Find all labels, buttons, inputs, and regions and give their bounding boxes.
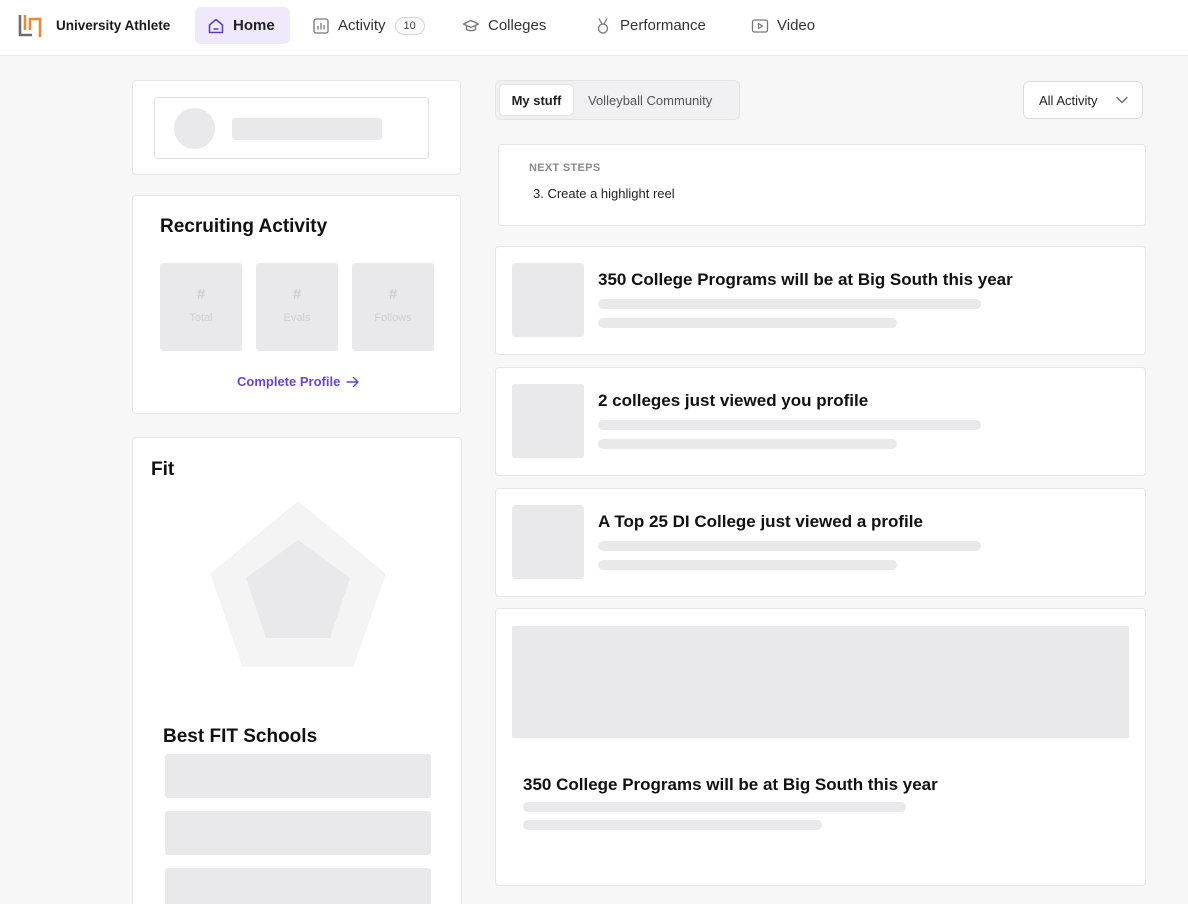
featured-item-title: 350 College Programs will be at Big Sout… bbox=[523, 775, 938, 794]
stat-evals: # Evals bbox=[256, 263, 338, 351]
feed-item[interactable]: 2 colleges just viewed you profile bbox=[495, 367, 1146, 476]
brand-name: University Athlete bbox=[56, 18, 171, 33]
feed-item-text-placeholder bbox=[598, 299, 981, 309]
feed-item-title: A Top 25 DI College just viewed a profil… bbox=[598, 512, 923, 531]
fit-school-placeholder bbox=[165, 811, 431, 855]
home-icon bbox=[207, 17, 225, 35]
complete-profile-label: Complete Profile bbox=[237, 374, 341, 389]
recruiting-activity-card: Recruiting Activity # Total # Evals # Fo… bbox=[132, 195, 461, 414]
recruiting-activity-title: Recruiting Activity bbox=[160, 216, 328, 237]
nav-performance[interactable]: Performance bbox=[594, 7, 706, 44]
feed-item-text-placeholder bbox=[598, 560, 897, 570]
fit-school-placeholder bbox=[165, 868, 431, 904]
complete-profile-link[interactable]: Complete Profile bbox=[237, 374, 360, 389]
avatar bbox=[174, 108, 215, 149]
featured-text-placeholder bbox=[523, 802, 906, 812]
stat-total-label: Total bbox=[189, 312, 213, 324]
feed-item-text-placeholder bbox=[598, 420, 981, 430]
fit-card: Fit Best FIT Schools bbox=[132, 437, 462, 904]
best-fit-schools-title: Best FIT Schools bbox=[163, 726, 318, 747]
activity-filter-value: All Activity bbox=[1039, 92, 1098, 108]
feed-item-text-placeholder bbox=[598, 318, 897, 328]
feed-item-title: 350 College Programs will be at Big Sout… bbox=[598, 270, 1013, 289]
fit-radar-chart-placeholder bbox=[210, 501, 386, 667]
nav-video-label: Video bbox=[777, 17, 816, 34]
featured-feed-item[interactable]: 350 College Programs will be at Big Sout… bbox=[495, 608, 1146, 886]
nav-performance-label: Performance bbox=[620, 17, 706, 34]
feed-item-thumbnail bbox=[512, 384, 584, 458]
stat-follows-label: Follows bbox=[374, 312, 412, 324]
activity-filter-dropdown[interactable]: All Activity bbox=[1023, 81, 1143, 119]
graduation-cap-icon bbox=[462, 17, 480, 35]
feed-item-thumbnail bbox=[512, 263, 584, 337]
nav-colleges-label: Colleges bbox=[488, 17, 547, 34]
stat-follows-value: # bbox=[388, 286, 398, 303]
next-steps-label: NEXT STEPS bbox=[529, 162, 601, 174]
featured-image-placeholder bbox=[512, 626, 1129, 738]
bar-chart-icon bbox=[312, 17, 330, 35]
fit-title: Fit bbox=[151, 459, 175, 480]
profile-card[interactable] bbox=[132, 80, 461, 175]
next-step-item[interactable]: 3. Create a highlight reel bbox=[533, 186, 675, 201]
video-play-icon bbox=[751, 17, 769, 35]
profile-summary[interactable] bbox=[154, 97, 429, 159]
university-athlete-logo-icon bbox=[18, 15, 42, 37]
brand[interactable]: University Athlete bbox=[18, 13, 170, 39]
stat-total-value: # bbox=[196, 286, 206, 303]
arrow-right-icon bbox=[346, 376, 359, 387]
nav-activity[interactable]: Activity 10 bbox=[312, 7, 425, 44]
profile-name-placeholder bbox=[232, 118, 382, 140]
feed-item[interactable]: A Top 25 DI College just viewed a profil… bbox=[495, 488, 1146, 597]
activity-count-badge: 10 bbox=[394, 16, 425, 35]
next-steps-card: NEXT STEPS 3. Create a highlight reel bbox=[498, 144, 1146, 226]
stat-total: # Total bbox=[160, 263, 242, 351]
medal-icon bbox=[594, 17, 612, 35]
top-navigation-bar: University Athlete Home Activity 10 Coll… bbox=[0, 0, 1188, 56]
nav-colleges[interactable]: Colleges bbox=[462, 7, 546, 44]
feed-item-text-placeholder bbox=[598, 541, 981, 551]
tab-my-stuff[interactable]: My stuff bbox=[499, 84, 574, 116]
tab-volleyball-community[interactable]: Volleyball Community bbox=[588, 84, 712, 116]
fit-school-placeholder bbox=[165, 754, 431, 798]
stat-evals-value: # bbox=[292, 286, 302, 303]
feed-item-title: 2 colleges just viewed you profile bbox=[598, 391, 869, 410]
feed-tabs: My stuff Volleyball Community bbox=[495, 80, 740, 120]
nav-home-label: Home bbox=[233, 17, 275, 34]
featured-text-placeholder bbox=[523, 820, 822, 830]
stat-evals-label: Evals bbox=[283, 312, 311, 324]
nav-video[interactable]: Video bbox=[751, 7, 815, 44]
nav-activity-label: Activity bbox=[338, 17, 386, 34]
feed-item[interactable]: 350 College Programs will be at Big Sout… bbox=[495, 246, 1146, 355]
stat-follows: # Follows bbox=[352, 263, 434, 351]
chevron-down-icon bbox=[1116, 96, 1128, 104]
nav-home[interactable]: Home bbox=[195, 7, 290, 44]
feed-item-thumbnail bbox=[512, 505, 584, 579]
feed-item-text-placeholder bbox=[598, 439, 897, 449]
